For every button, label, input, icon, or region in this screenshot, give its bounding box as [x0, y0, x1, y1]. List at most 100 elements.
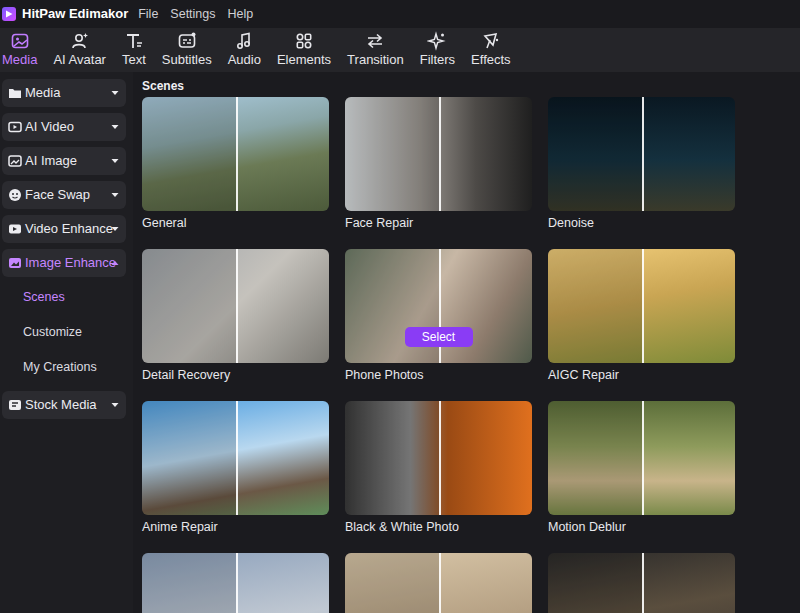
toolbar-tab-label: AI Avatar	[53, 52, 106, 67]
toolbar-tab-label: Text	[122, 52, 146, 67]
subtitles-icon	[177, 31, 197, 51]
menu-bar: File Settings Help	[138, 5, 253, 24]
scene-card[interactable]: Motion Deblur	[548, 401, 735, 534]
scene-card[interactable]	[142, 553, 329, 613]
scene-label: Black & White Photo	[345, 520, 532, 534]
folder-icon	[8, 86, 22, 100]
before-half	[548, 97, 642, 211]
sidebar-item-label: Face Swap	[25, 185, 110, 205]
toolbar-tab[interactable]: Filters	[420, 31, 455, 67]
sidebar-group: Face Swap	[0, 181, 133, 209]
scene-preview	[548, 249, 735, 363]
sidebar-subitem[interactable]: Customize	[0, 315, 133, 350]
scene-card[interactable]: Detail Recovery	[142, 249, 329, 382]
menu-item[interactable]: Help	[228, 5, 254, 24]
before-half	[345, 553, 439, 613]
sidebar-item-label: Media	[25, 83, 110, 103]
sidebar-item[interactable]: Media	[2, 79, 126, 107]
menu-item[interactable]: File	[138, 5, 158, 24]
effects-icon	[481, 31, 501, 51]
sidebar-subitem-label: Customize	[23, 323, 82, 342]
sidebar-item-label: AI Video	[25, 117, 110, 137]
compare-divider	[642, 553, 644, 613]
scene-label: Motion Deblur	[548, 520, 735, 534]
image-enhance-icon	[8, 256, 22, 270]
compare-divider	[236, 553, 238, 613]
scene-card[interactable]: Denoise	[548, 97, 735, 230]
stock-media-icon	[8, 398, 22, 412]
app-logo-icon	[2, 7, 16, 21]
before-half	[142, 249, 236, 363]
scene-card[interactable]: SelectPhone Photos	[345, 249, 532, 382]
compare-divider	[439, 401, 441, 515]
sidebar-group: AI Video	[0, 113, 133, 141]
scene-card[interactable]: Black & White Photo	[345, 401, 532, 534]
sidebar-item[interactable]: Video Enhance	[2, 215, 126, 243]
scene-preview	[142, 401, 329, 515]
title-bar: HitPaw EdimakorFileSettingsHelp	[0, 0, 800, 28]
sidebar-item[interactable]: Image Enhance	[2, 249, 126, 277]
scene-label: Denoise	[548, 216, 735, 230]
before-half	[142, 97, 236, 211]
compare-divider	[439, 97, 441, 211]
toolbar-tab[interactable]: Text	[122, 31, 146, 67]
video-enhance-icon	[8, 222, 22, 236]
scene-card[interactable]: Anime Repair	[142, 401, 329, 534]
ai-video-icon	[8, 120, 22, 134]
scene-preview	[548, 401, 735, 515]
ai-image-icon	[8, 154, 22, 168]
expand-arrow-icon	[110, 224, 120, 234]
compare-divider	[236, 97, 238, 211]
before-half	[345, 401, 439, 515]
scene-card[interactable]: AIGC Repair	[548, 249, 735, 382]
filters-icon	[427, 31, 447, 51]
expand-arrow-icon	[110, 400, 120, 410]
select-button[interactable]: Select	[405, 327, 473, 347]
menu-item[interactable]: Settings	[170, 5, 215, 24]
scene-card[interactable]	[548, 553, 735, 613]
sidebar-item[interactable]: Face Swap	[2, 181, 126, 209]
sidebar-item-label: Image Enhance	[25, 253, 110, 273]
sidebar-subitem[interactable]: Scenes	[0, 280, 133, 315]
toolbar-tab[interactable]: Transition	[347, 31, 404, 67]
sidebar-item-label: AI Image	[25, 151, 110, 171]
toolbar-tab[interactable]: Effects	[471, 31, 511, 67]
expand-arrow-icon	[110, 88, 120, 98]
toolbar-tab-label: Effects	[471, 52, 511, 67]
toolbar-tab[interactable]: Media	[2, 31, 37, 67]
scene-preview	[142, 553, 329, 613]
before-half	[548, 401, 642, 515]
scene-label: Face Repair	[345, 216, 532, 230]
sidebar-item[interactable]: AI Video	[2, 113, 126, 141]
compare-divider	[642, 97, 644, 211]
elements-icon	[294, 31, 314, 51]
before-half	[548, 553, 642, 613]
toolbar-tab-label: Elements	[277, 52, 331, 67]
sidebar: Media AI Video AI Image Face Swap Video Enha…	[0, 72, 133, 613]
sidebar-item-label: Stock Media	[25, 395, 110, 415]
toolbar-tab[interactable]: Audio	[228, 31, 261, 67]
scene-card[interactable]: Face Repair	[345, 97, 532, 230]
sidebar-item[interactable]: Stock Media	[2, 391, 126, 419]
scenes-panel: ScenesGeneralFace RepairDenoiseDetail Re…	[133, 72, 800, 613]
scene-preview	[548, 553, 735, 613]
sidebar-group: AI Image	[0, 147, 133, 175]
toolbar-tab-label: Media	[2, 52, 37, 67]
media-icon	[10, 31, 30, 51]
toolbar-tab[interactable]: Subtitles	[162, 31, 212, 67]
scene-card[interactable]: General	[142, 97, 329, 230]
sidebar-group: Image Enhance Scenes Customize My Creations	[0, 249, 133, 385]
sidebar-subitems: Scenes Customize My Creations	[0, 277, 133, 385]
scene-label: Detail Recovery	[142, 368, 329, 382]
sidebar-subitem-label: Scenes	[23, 288, 65, 307]
sidebar-subitem-label: My Creations	[23, 358, 97, 377]
scene-preview: Select	[345, 249, 532, 363]
toolbar-tab[interactable]: Elements	[277, 31, 331, 67]
sidebar-subitem[interactable]: My Creations	[0, 350, 133, 385]
toolbar-tab[interactable]: AI Avatar	[53, 31, 106, 67]
scene-preview	[548, 97, 735, 211]
sidebar-item[interactable]: AI Image	[2, 147, 126, 175]
expand-arrow-icon	[110, 122, 120, 132]
sidebar-item-label: Video Enhance	[25, 219, 110, 239]
scene-card[interactable]	[345, 553, 532, 613]
